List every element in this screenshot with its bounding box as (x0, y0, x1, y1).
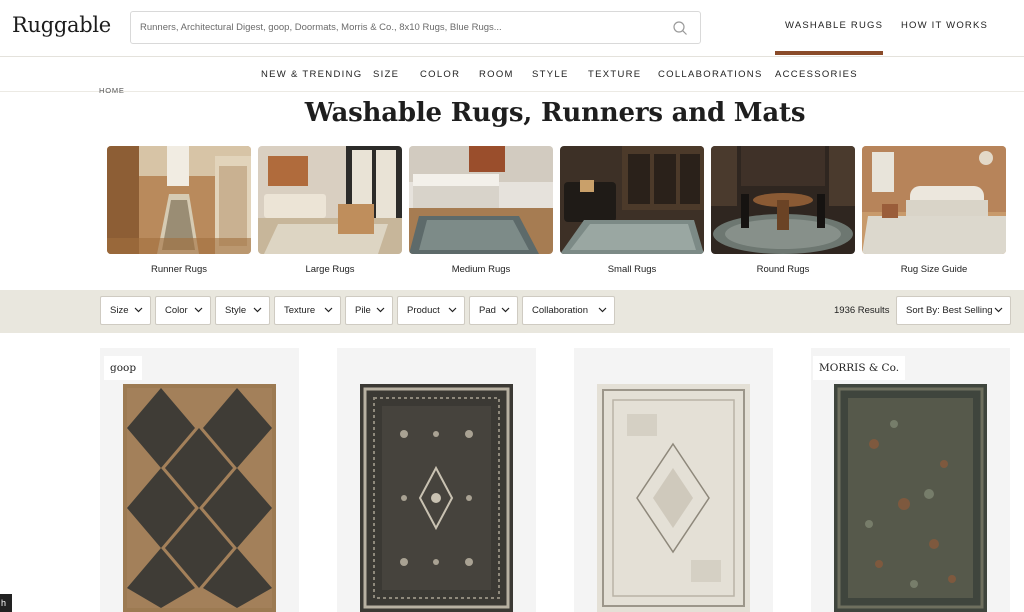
rug-image-green-floral (834, 384, 987, 612)
filter-size[interactable]: Size (100, 296, 151, 325)
sort-dropdown[interactable]: Sort By: Best Selling (896, 296, 1011, 325)
breadcrumb[interactable]: HOME (99, 86, 125, 95)
chevron-down-icon (501, 307, 510, 313)
brand-badge-goop: goop (104, 356, 143, 380)
nav-washable-rugs[interactable]: WASHABLE RUGS (785, 20, 883, 31)
catnav-texture[interactable]: TEXTURE (588, 69, 641, 80)
filter-pad-label: Pad (479, 305, 496, 316)
search-box[interactable] (130, 11, 701, 44)
filter-size-label: Size (110, 305, 129, 316)
tile-label-medium-rugs[interactable]: Medium Rugs (409, 264, 553, 275)
filter-pad[interactable]: Pad (469, 296, 518, 325)
logo[interactable]: Ruggable (12, 13, 111, 37)
filter-style-label: Style (225, 305, 247, 316)
filter-style[interactable]: Style (215, 296, 270, 325)
brand-badge-morris-co: MORRIS & Co. (813, 356, 906, 380)
catnav-room[interactable]: ROOM (479, 69, 514, 80)
nav-how-it-works[interactable]: HOW IT WORKS (901, 20, 988, 31)
rug-image-light-distressed (597, 384, 750, 612)
chevron-down-icon (598, 307, 607, 313)
rug-image-diamond (123, 384, 276, 612)
chat-widget-tab[interactable]: h (0, 594, 12, 612)
tile-label-small-rugs[interactable]: Small Rugs (560, 264, 704, 275)
filter-color[interactable]: Color (155, 296, 211, 325)
chevron-down-icon (194, 307, 203, 313)
chevron-down-icon (994, 307, 1003, 313)
sort-label: Sort By: Best Selling (906, 305, 993, 316)
active-nav-indicator (775, 51, 883, 55)
top-header: Ruggable WASHABLE RUGS HOW IT WORKS (0, 0, 1024, 57)
catnav-accessories[interactable]: ACCESSORIES (775, 69, 858, 80)
filter-collaboration-label: Collaboration (532, 305, 588, 316)
catnav-new-trending[interactable]: NEW & TRENDING (261, 69, 362, 80)
catnav-size[interactable]: SIZE (373, 69, 399, 80)
tile-label-large-rugs[interactable]: Large Rugs (258, 264, 402, 275)
tile-medium-rugs[interactable] (409, 146, 553, 254)
results-count: 1936 Results (834, 305, 890, 316)
product-card[interactable]: goop (100, 348, 299, 612)
tile-large-rugs[interactable] (258, 146, 402, 254)
filter-pile[interactable]: Pile (345, 296, 393, 325)
filter-color-label: Color (165, 305, 188, 316)
runner-rugs-image (107, 146, 251, 254)
small-rugs-image (560, 146, 704, 254)
rug-size-guide-image (862, 146, 1006, 254)
catnav-collaborations[interactable]: COLLABORATIONS (658, 69, 763, 80)
chevron-down-icon (324, 307, 333, 313)
filter-texture[interactable]: Texture (274, 296, 341, 325)
tile-small-rugs[interactable] (560, 146, 704, 254)
chevron-down-icon (376, 307, 385, 313)
page-title: Washable Rugs, Runners and Mats (304, 98, 806, 128)
tile-round-rugs[interactable] (711, 146, 855, 254)
product-card[interactable]: MORRIS & Co. (811, 348, 1010, 612)
chevron-down-icon (134, 307, 143, 313)
catnav-style[interactable]: STYLE (532, 69, 569, 80)
search-icon[interactable] (672, 20, 688, 36)
search-input[interactable] (140, 12, 660, 43)
rug-image-dark-medallion (360, 384, 513, 612)
filter-product-label: Product (407, 305, 440, 316)
category-nav: NEW & TRENDING SIZE COLOR ROOM STYLE TEX… (0, 58, 1024, 92)
tile-label-runner-rugs[interactable]: Runner Rugs (107, 264, 251, 275)
filter-collaboration[interactable]: Collaboration (522, 296, 615, 325)
chevron-down-icon (448, 307, 457, 313)
catnav-color[interactable]: COLOR (420, 69, 460, 80)
tile-rug-size-guide[interactable] (862, 146, 1006, 254)
tile-label-round-rugs[interactable]: Round Rugs (711, 264, 855, 275)
filter-pile-label: Pile (355, 305, 371, 316)
tile-runner-rugs[interactable] (107, 146, 251, 254)
product-card[interactable] (337, 348, 536, 612)
medium-rugs-image (409, 146, 553, 254)
round-rugs-image (711, 146, 855, 254)
product-card[interactable] (574, 348, 773, 612)
filter-texture-label: Texture (284, 305, 316, 316)
filter-product[interactable]: Product (397, 296, 465, 325)
chevron-down-icon (253, 307, 262, 313)
tile-label-rug-size-guide[interactable]: Rug Size Guide (862, 264, 1006, 275)
large-rugs-image (258, 146, 402, 254)
